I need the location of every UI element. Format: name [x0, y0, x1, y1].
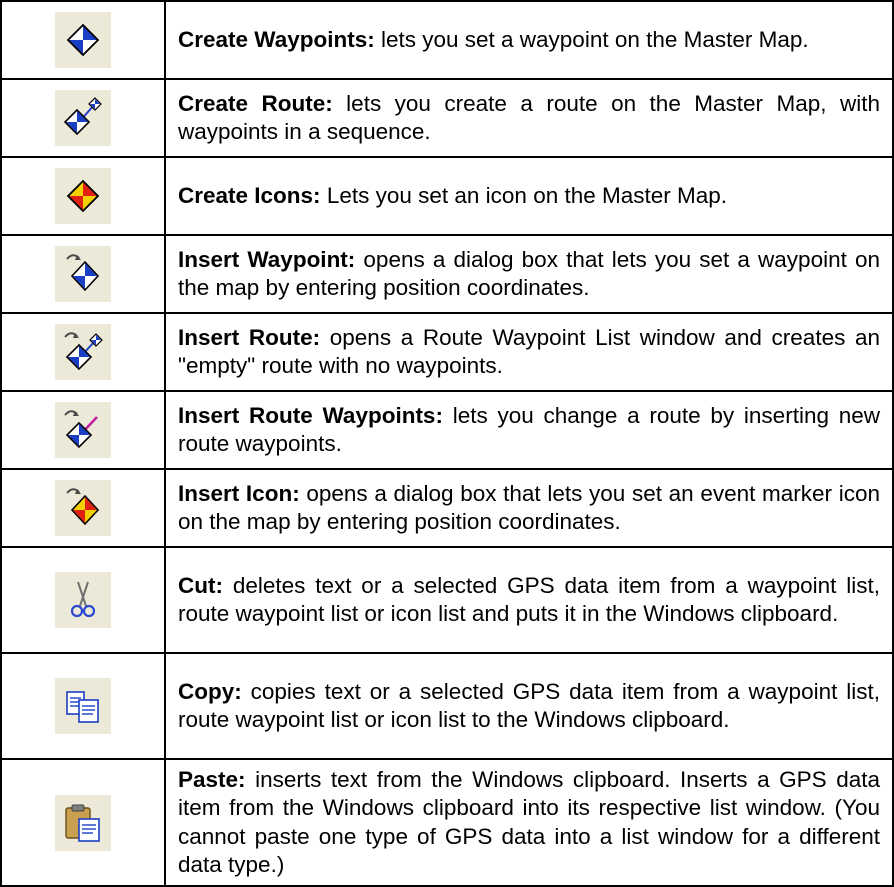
table-row: Insert Waypoint: opens a dialog box that…: [0, 234, 894, 314]
row-title: Create Icons:: [178, 182, 321, 208]
table-row: Create Route: lets you create a route on…: [0, 78, 894, 158]
table-row: Insert Route Waypoints: lets you change …: [0, 390, 894, 470]
table-row: Create Waypoints: lets you set a waypoin…: [0, 0, 894, 80]
row-description: Lets you set an icon on the Master Map.: [320, 182, 728, 208]
row-title: Create Waypoints:: [178, 26, 375, 52]
row-title: Create Route:: [178, 90, 333, 116]
row-title: Cut:: [178, 572, 223, 598]
insert-icon-icon: [55, 480, 111, 536]
row-title: Insert Icon:: [178, 480, 300, 506]
table-row: Insert Icon: opens a dialog box that let…: [0, 468, 894, 548]
row-title: Insert Route Waypoints:: [178, 402, 443, 428]
row-title: Paste:: [178, 766, 246, 792]
insert-route-waypoints-icon: [55, 402, 111, 458]
row-description: inserts text from the Windows clipboard.…: [178, 766, 880, 878]
insert-route-icon: [55, 324, 111, 380]
copy-icon: [55, 678, 111, 734]
table-row: Create Icons: Lets you set an icon on th…: [0, 156, 894, 236]
row-description: lets you set a waypoint on the Master Ma…: [374, 26, 809, 52]
table-row: Insert Route: opens a Route Waypoint Lis…: [0, 312, 894, 392]
scissors-icon: [55, 572, 111, 628]
create-waypoint-icon: [55, 12, 111, 68]
table-row: Paste: inserts text from the Windows cli…: [0, 758, 894, 887]
toolbar-button-reference-table: Create Waypoints: lets you set a waypoin…: [0, 0, 894, 887]
table-row: Copy: copies text or a selected GPS data…: [0, 652, 894, 760]
create-route-icon: [55, 90, 111, 146]
row-title: Insert Route:: [178, 324, 321, 350]
row-description: copies text or a selected GPS data item …: [178, 678, 880, 733]
row-title: Insert Waypoint:: [178, 246, 356, 272]
row-title: Copy:: [178, 678, 242, 704]
table-row: Cut: deletes text or a selected GPS data…: [0, 546, 894, 654]
insert-waypoint-icon: [55, 246, 111, 302]
create-icons-icon: [55, 168, 111, 224]
paste-icon: [55, 794, 111, 851]
row-description: deletes text or a selected GPS data item…: [178, 572, 880, 627]
